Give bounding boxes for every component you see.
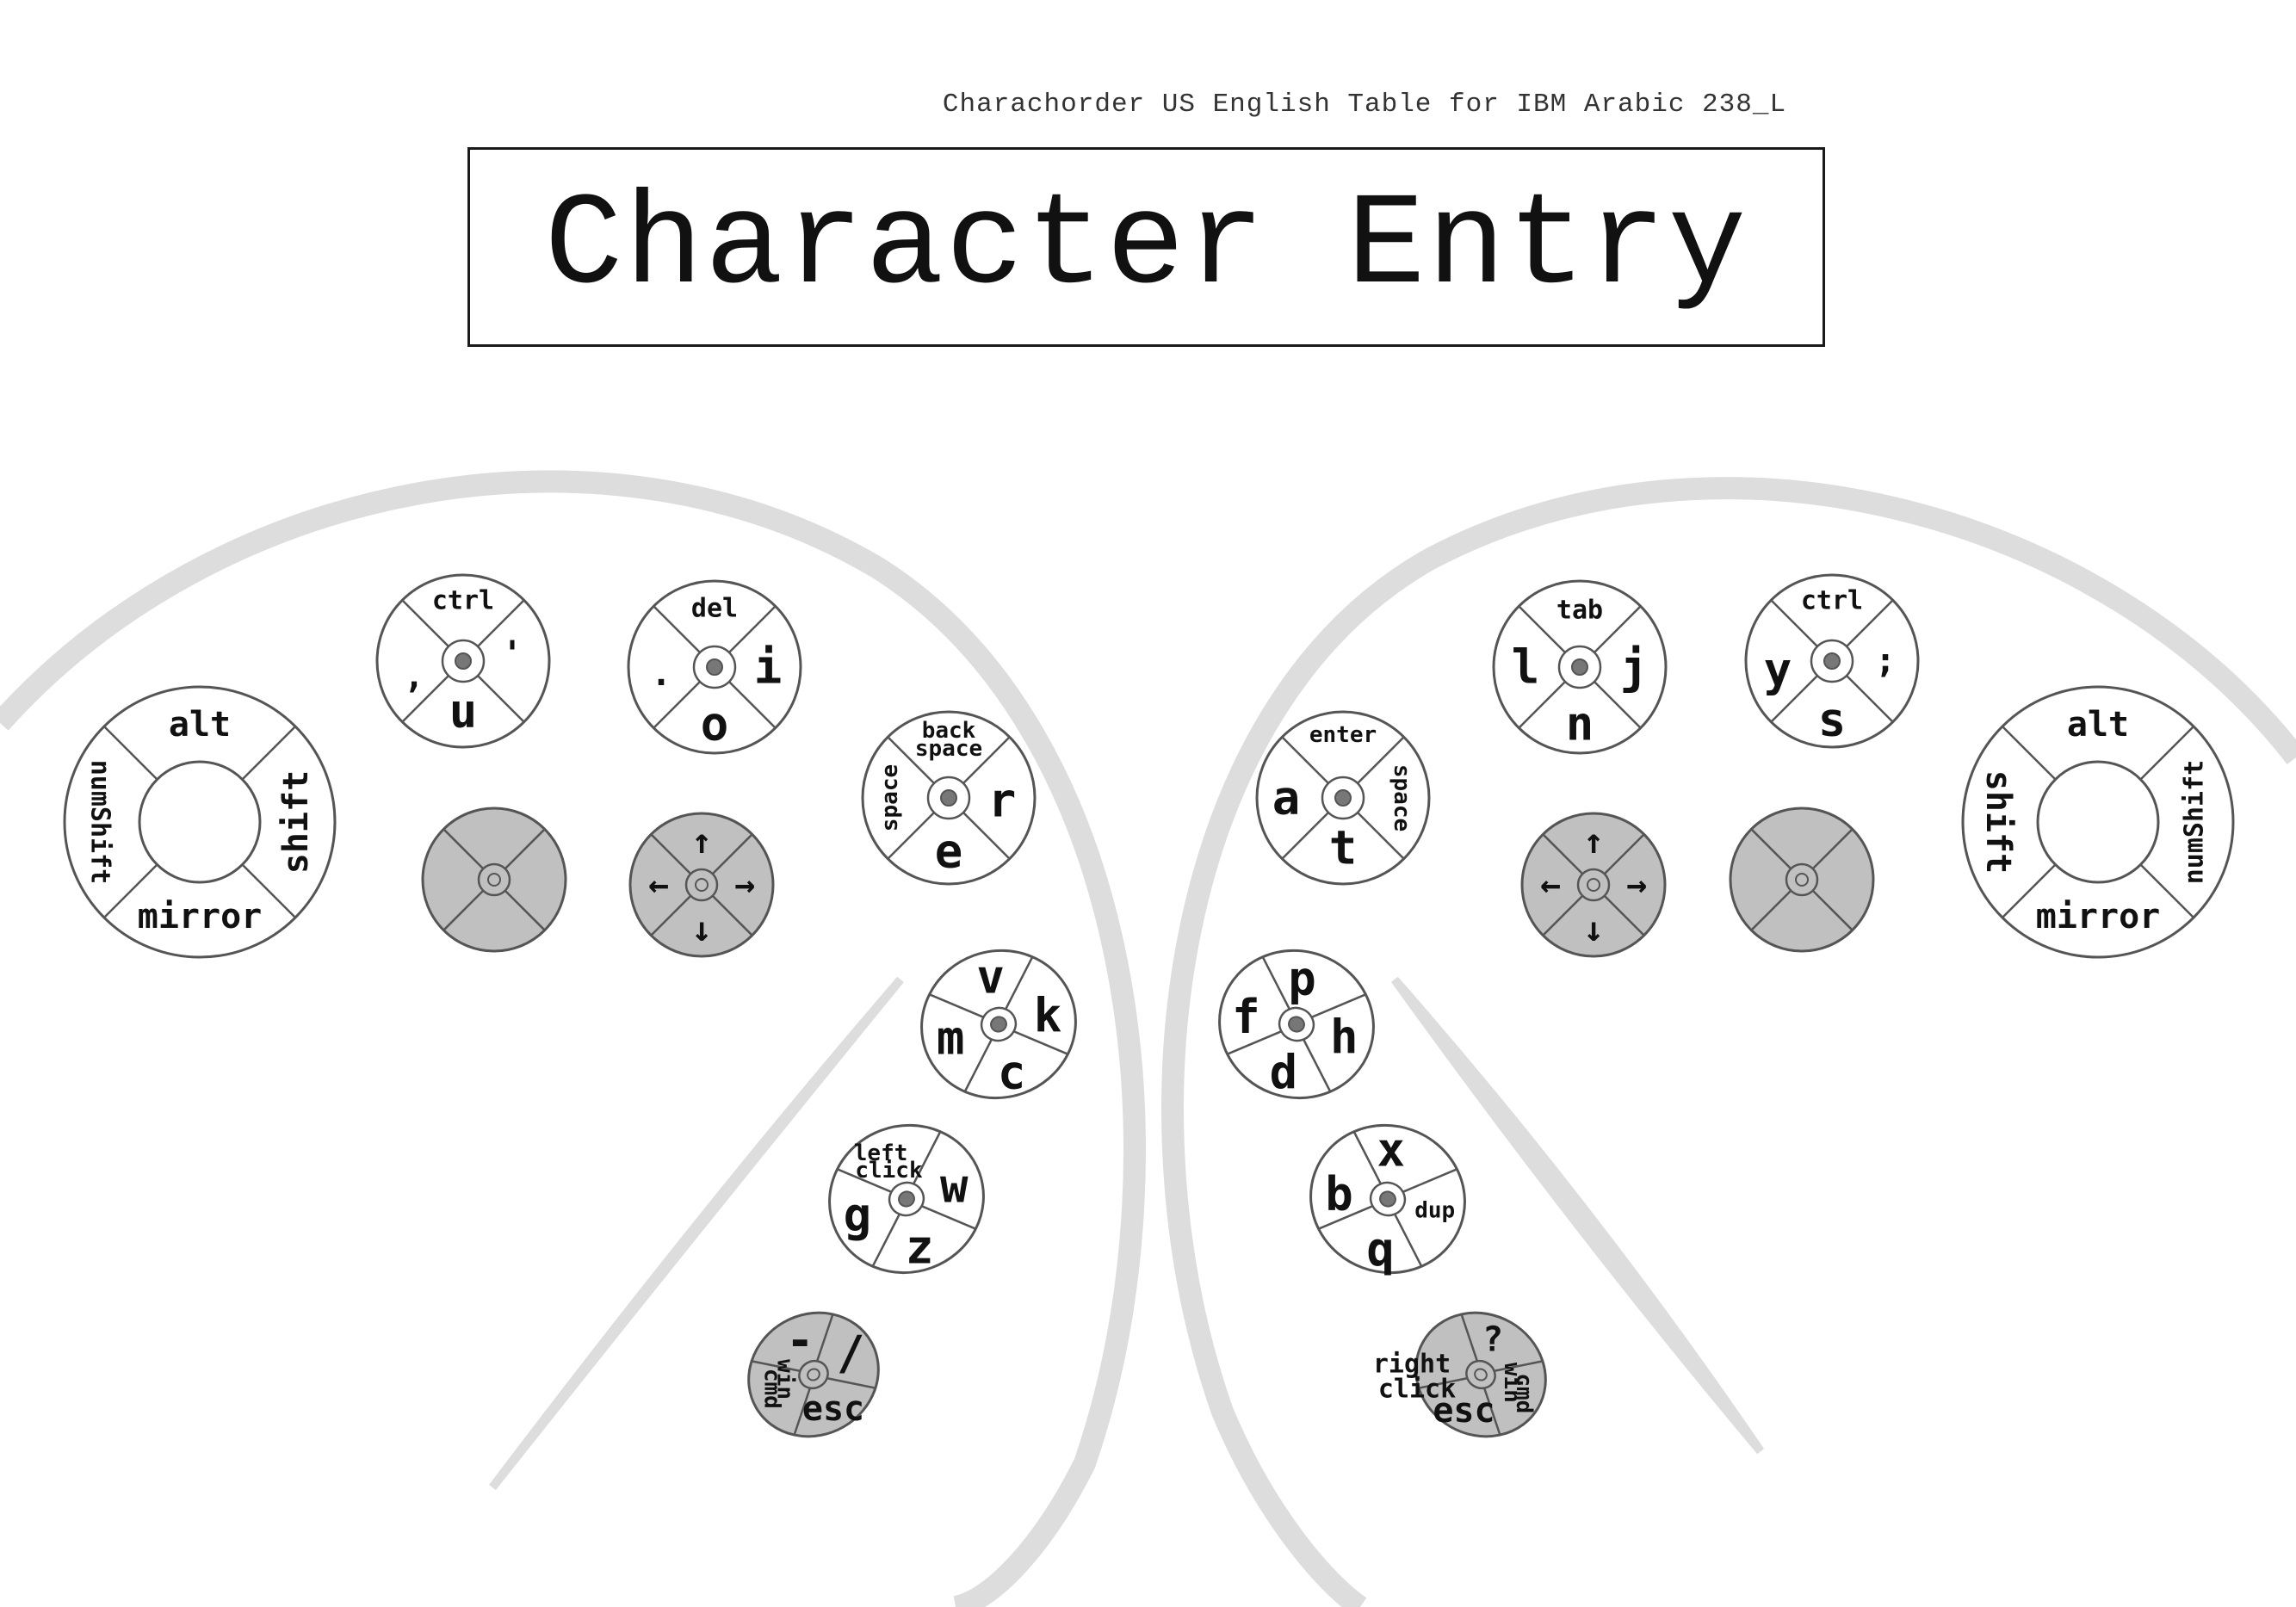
chord-keys: altmirrornumShift shiftctrl'u,delio.backs…: [63, 573, 2235, 1470]
key-label-right: h: [1330, 1010, 1358, 1064]
left-thumb-ring[interactable]: alt mirror numShift shift: [63, 685, 337, 959]
ring-label-right: shift: [276, 770, 316, 874]
key-center-dot: [1823, 652, 1841, 670]
key-label-top: p: [1288, 952, 1316, 1006]
key-label-bottom: t: [1329, 821, 1358, 875]
key-center-dot: [940, 789, 957, 807]
ring-label-bottom: mirror: [138, 897, 263, 936]
key-label-top: ?: [1482, 1320, 1503, 1360]
key-label-left: m: [937, 1011, 965, 1066]
right-key-p-d[interactable]: phdf: [1197, 927, 1396, 1126]
key-label-left: y: [1764, 643, 1792, 697]
right-key-ctrl-s[interactable]: ctrl; sy: [1744, 573, 1920, 749]
key-label-left: b: [1325, 1167, 1353, 1221]
key-label-bottom: z: [906, 1221, 934, 1275]
key-label-left: g: [844, 1188, 872, 1242]
key-label-top: tab: [1556, 596, 1603, 626]
arrow-right-label: →: [1626, 865, 1647, 905]
arrow-up-label: ↑: [691, 822, 712, 862]
key-label-top-line2: space: [915, 736, 982, 762]
key-hub: [684, 868, 719, 902]
key-label-bottom: o: [701, 697, 729, 751]
key-label-right: ;: [1875, 641, 1896, 681]
key-label-bottom: q: [1366, 1222, 1395, 1276]
key-label-top: v: [976, 949, 1005, 1004]
key-label-right: dup: [1414, 1198, 1455, 1224]
key-label-left: l: [1512, 640, 1540, 695]
left-key-v-c[interactable]: vkcm: [900, 924, 1099, 1126]
key-label-left: ,: [404, 657, 424, 696]
key-label-top: x: [1377, 1122, 1406, 1177]
right-key-esc-left-line2: click: [1378, 1375, 1456, 1405]
key-label-bottom: e: [935, 825, 963, 879]
key-hub: [477, 862, 511, 897]
key-center-dot: [1571, 658, 1588, 676]
key-label-right: r: [988, 774, 1017, 828]
ring-inner: [2036, 760, 2160, 884]
guide-arcs: [0, 470, 2296, 1607]
right-blank-key[interactable]: [1729, 807, 1875, 953]
arrow-up-label: ↑: [1583, 822, 1604, 862]
key-label-bottom: u: [449, 684, 478, 739]
key-label-top-line2: click: [855, 1158, 923, 1184]
key-label-right: i: [754, 640, 783, 695]
key-label-top: ctrl: [432, 586, 494, 616]
key-hub: [1785, 862, 1819, 897]
ring-label-left: shift: [1978, 770, 2018, 874]
key-label-left: space: [877, 764, 903, 831]
key-label-left-line2: cmd: [759, 1369, 785, 1409]
key-hub: [1576, 868, 1611, 902]
ring-label-bottom: mirror: [2036, 897, 2161, 936]
key-label-top: del: [691, 594, 738, 624]
left-key-ctrl-u[interactable]: ctrl ' u,: [375, 573, 551, 749]
key-label-left: a: [1272, 771, 1301, 825]
arrow-down-label: ↓: [1583, 910, 1604, 949]
key-label-bottom: d: [1270, 1046, 1298, 1100]
left-key-click-z[interactable]: leftclick wzg: [808, 1103, 1006, 1301]
arrow-left-label: ←: [648, 865, 669, 905]
right-key-tab-n[interactable]: tabjnl: [1492, 579, 1668, 755]
key-label-bottom: esc: [802, 1389, 864, 1429]
ring-label-top: alt: [2067, 705, 2129, 745]
key-label-top: ctrl: [1801, 586, 1863, 616]
key-label-right: j: [1620, 640, 1649, 695]
key-label-right: ': [502, 634, 523, 674]
key-label-right: /: [837, 1326, 865, 1381]
right-thumb-ring[interactable]: alt mirror shift numShift: [1961, 685, 2235, 959]
key-label-left: f: [1232, 990, 1260, 1044]
ring-label-top: alt: [169, 705, 231, 745]
ring-inner: [138, 760, 262, 884]
ring-label-left: numShift: [85, 760, 115, 885]
key-center-dot: [706, 658, 723, 676]
key-label-bottom: n: [1566, 697, 1594, 751]
right-key-x-q[interactable]: xdupqb: [1288, 1099, 1488, 1301]
right-arrow-key[interactable]: ↑ → ↓ ←: [1520, 812, 1667, 958]
key-center-dot: [1334, 789, 1352, 807]
key-label-right: space: [1389, 764, 1414, 831]
key-label-top: enter: [1309, 722, 1377, 748]
left-arrow-key[interactable]: ↑ → ↓ ←: [628, 812, 775, 958]
arrow-left-label: ←: [1540, 865, 1561, 905]
key-label-bottom: s: [1818, 693, 1847, 747]
ring-label-right: numShift: [2180, 760, 2210, 885]
chord-layout-diagram: altmirrornumShift shiftctrl'u,delio.backs…: [0, 470, 2296, 1607]
key-label-bottom: c: [998, 1046, 1026, 1100]
left-key-del-o[interactable]: delio.: [627, 579, 802, 755]
arrow-down-label: ↓: [691, 910, 712, 949]
left-key-esc[interactable]: -/escwincmd: [723, 1283, 910, 1470]
key-label-right: w: [940, 1159, 969, 1214]
right-key-enter-t[interactable]: enter space ta: [1255, 710, 1431, 886]
key-label-right-line2: cmd: [1511, 1373, 1537, 1413]
key-label-left: .: [651, 654, 671, 694]
arrow-right-label: →: [734, 865, 755, 905]
key-center-dot: [455, 652, 472, 670]
left-key-backspace-e[interactable]: backspacerespace: [861, 710, 1037, 886]
left-blank-key[interactable]: [421, 807, 567, 953]
key-label-right: k: [1034, 988, 1062, 1042]
